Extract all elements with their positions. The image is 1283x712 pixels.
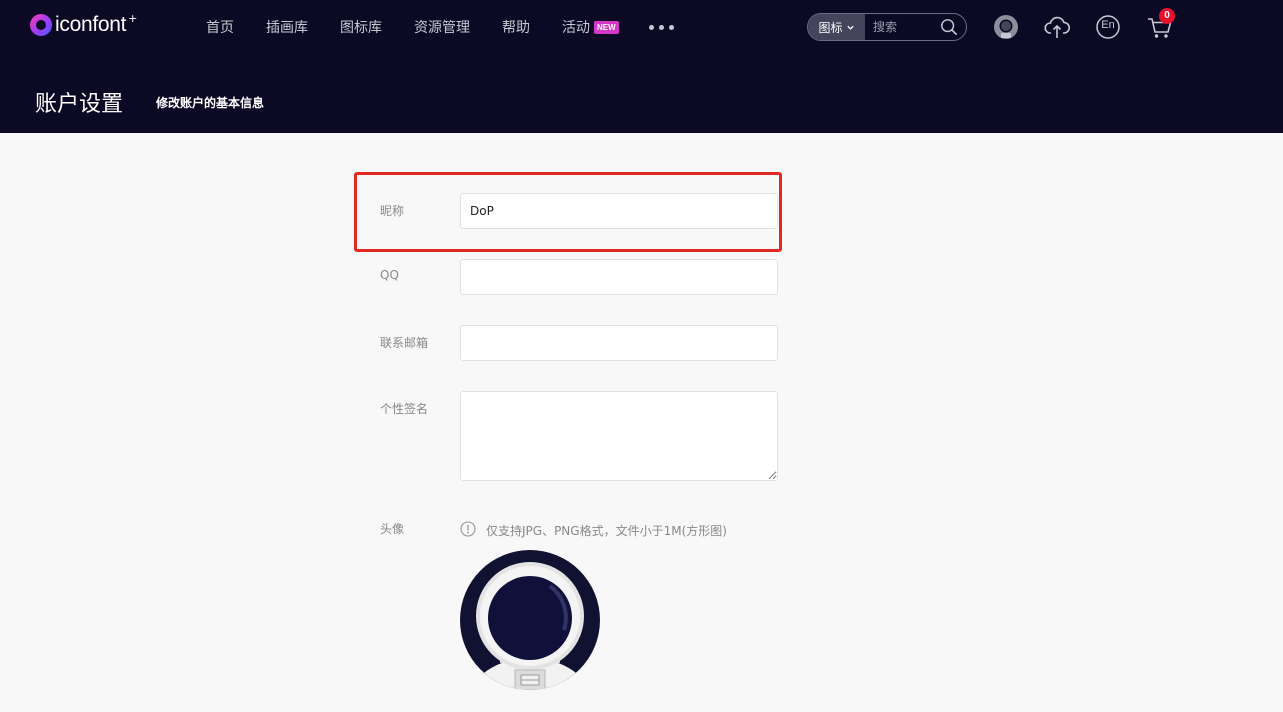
email-label: 联系邮箱: [380, 336, 429, 350]
language-label: En: [1101, 19, 1115, 31]
upload-icon[interactable]: [1043, 13, 1071, 41]
nav-activity-label: 活动: [562, 20, 590, 36]
new-badge: NEW: [594, 20, 619, 34]
astronaut-avatar[interactable]: [460, 550, 600, 690]
avatar-label: 头像: [380, 522, 405, 536]
nav-activity[interactable]: 活动 NEW: [562, 17, 619, 37]
more-dots-icon[interactable]: [648, 24, 674, 30]
logo-mark-icon: [30, 14, 52, 36]
iconfont-logo[interactable]: iconfont +: [30, 11, 138, 37]
search-input[interactable]: [873, 20, 943, 34]
search-type-select[interactable]: 图标: [808, 14, 865, 40]
nav-resource-management[interactable]: 资源管理: [414, 17, 470, 37]
page-title: 账户设置: [35, 92, 124, 117]
chevron-down-icon: [846, 25, 854, 30]
top-header: iconfont + 首页 插画库 图标库 资源管理 帮助 活动 NEW 图标: [0, 0, 1283, 133]
search-type-label: 图标: [818, 20, 843, 35]
search-box: 图标: [807, 13, 967, 41]
info-icon: [460, 521, 476, 537]
qq-input[interactable]: [460, 259, 778, 295]
cart-button[interactable]: 0: [1146, 8, 1175, 41]
email-input[interactable]: [460, 325, 778, 361]
cart-count-badge: 0: [1159, 8, 1175, 24]
nav-help[interactable]: 帮助: [502, 17, 530, 37]
page-subtitle: 修改账户的基本信息: [156, 96, 265, 110]
nav-home[interactable]: 首页: [206, 17, 234, 37]
nav-icon-library[interactable]: 图标库: [340, 17, 382, 37]
qq-label: QQ: [380, 268, 399, 282]
avatar-tip: 仅支持JPG、PNG格式，文件小于1M(方形图): [486, 524, 727, 538]
logo-plus: +: [128, 11, 138, 25]
signature-textarea[interactable]: [460, 391, 778, 481]
user-avatar-icon[interactable]: [992, 13, 1020, 41]
search-icon[interactable]: [940, 18, 958, 36]
nav-illustrations[interactable]: 插画库: [266, 17, 308, 37]
signature-label: 个性签名: [380, 402, 429, 416]
logo-text: iconfont: [55, 13, 127, 36]
nickname-highlight-box: [354, 172, 782, 252]
main-nav: 首页 插画库 图标库 资源管理 帮助 活动 NEW: [206, 17, 674, 37]
language-en-icon[interactable]: En: [1094, 13, 1122, 41]
